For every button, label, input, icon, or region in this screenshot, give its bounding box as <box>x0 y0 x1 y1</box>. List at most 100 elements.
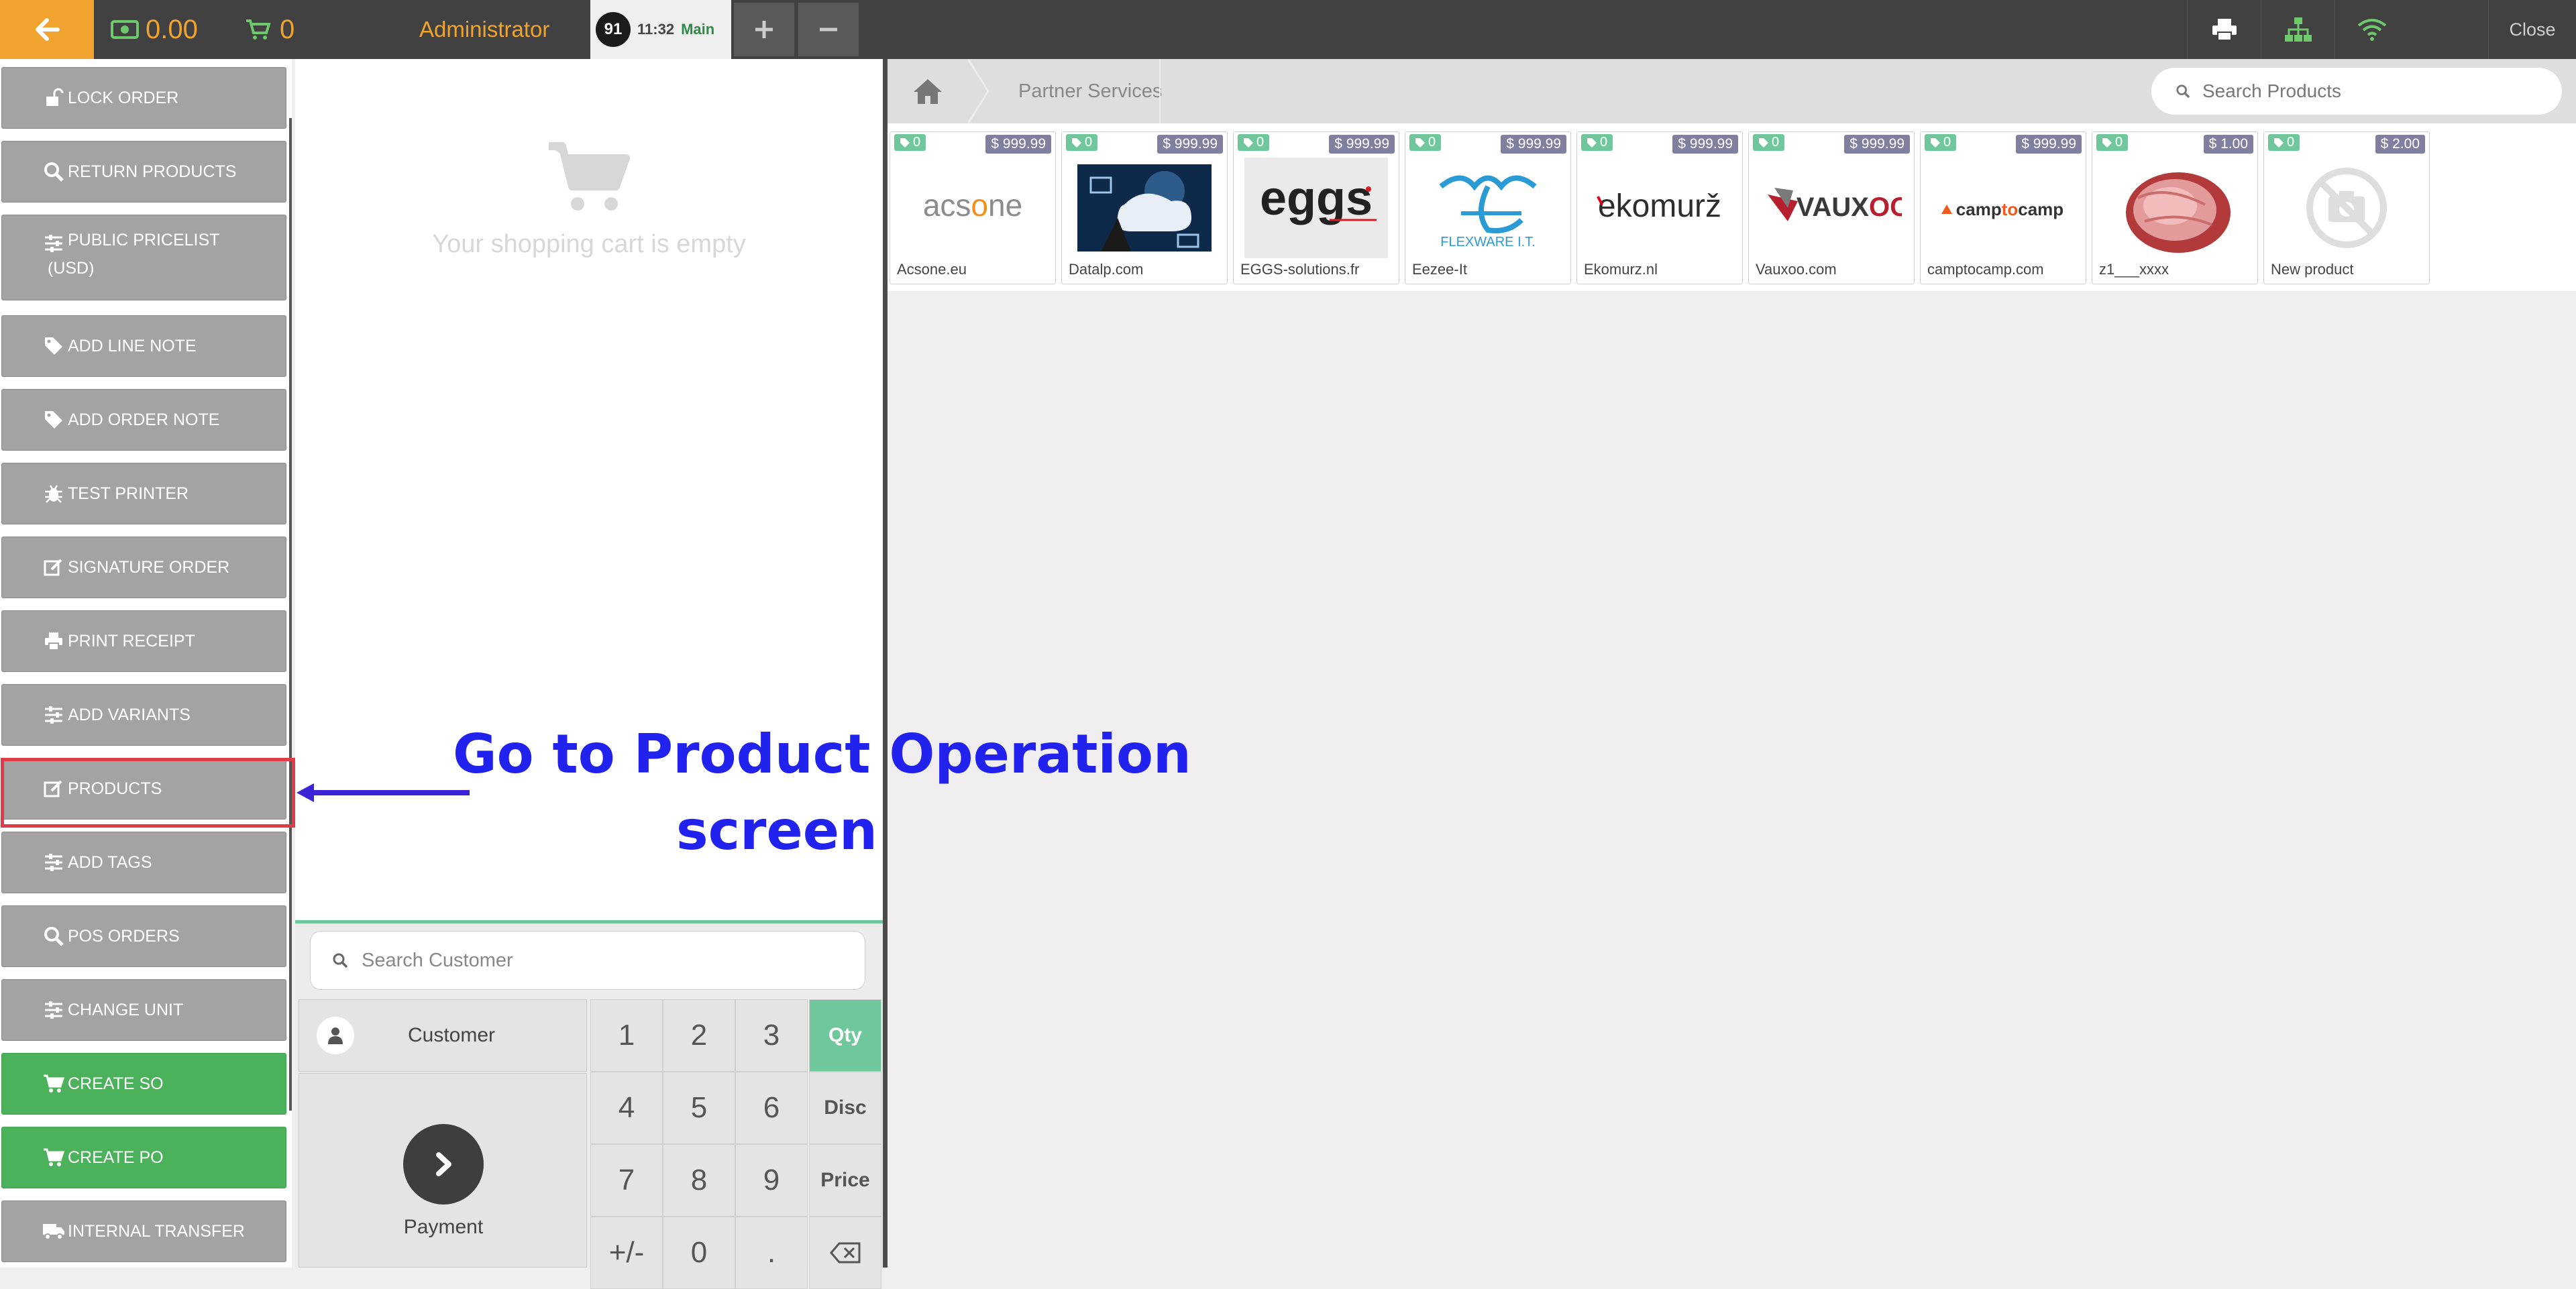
numpad-key-9[interactable]: 9 <box>735 1144 808 1217</box>
printer-icon <box>2212 19 2237 41</box>
product-tag-badge: 0 <box>894 134 926 151</box>
product-card-vauxoo[interactable]: 0 $ 999.99 VAUXOO Vauxoo.com <box>1748 131 1915 284</box>
product-name: Vauxoo.com <box>1756 261 1837 278</box>
print-button[interactable] <box>2187 0 2261 59</box>
money-icon <box>111 20 139 39</box>
customer-button[interactable]: Customer <box>299 999 587 1072</box>
cart-icon <box>246 19 271 40</box>
add-variants-label: ADD VARIANTS <box>68 706 191 724</box>
numpad-backspace-button[interactable] <box>809 1217 881 1289</box>
close-button[interactable]: Close <box>2488 0 2576 59</box>
signature-order-button[interactable]: SIGNATURE ORDER <box>1 537 286 598</box>
internal-transfer-button[interactable]: INTERNAL TRANSFER <box>1 1200 286 1262</box>
change-unit-button[interactable]: CHANGE UNIT <box>1 979 286 1041</box>
mode-price-button[interactable]: Price <box>809 1144 881 1217</box>
annotation-text-line2: screen <box>676 799 877 862</box>
search-icon <box>333 953 348 968</box>
numpad-key-8[interactable]: 8 <box>663 1144 735 1217</box>
back-button[interactable] <box>0 0 94 59</box>
mode-qty-button[interactable]: Qty <box>809 999 881 1072</box>
return-products-button[interactable]: RETURN PRODUCTS <box>1 141 286 203</box>
product-tag-badge: 0 <box>2096 134 2129 151</box>
create-so-button[interactable]: CREATE SO <box>1 1053 286 1115</box>
tag-icon <box>1931 137 1940 148</box>
product-card-acsone[interactable]: 0 $ 999.99 acsone Acsone.eu <box>890 131 1056 284</box>
public-pricelist-button[interactable]: PUBLIC PRICELIST (USD) <box>1 215 286 300</box>
product-card-eggs[interactable]: 0 $ 999.99 eggs EGGS-solutions.fr <box>1233 131 1399 284</box>
home-icon <box>914 79 942 104</box>
numpad-key-0[interactable]: 0 <box>663 1217 735 1289</box>
add-order-note-label: ADD ORDER NOTE <box>68 410 220 429</box>
tag-icon <box>900 137 910 148</box>
chevron-right-icon <box>403 1124 484 1204</box>
lock-order-button[interactable]: LOCK ORDER <box>1 67 286 129</box>
order-tab[interactable]: 91 11:32 Main <box>590 0 731 59</box>
product-card-datalp[interactable]: 0 $ 999.99 Datalp.com <box>1061 131 1228 284</box>
network-button[interactable] <box>2261 0 2335 59</box>
numpad-key-plus-minus[interactable]: +/- <box>590 1217 663 1289</box>
remove-order-button[interactable] <box>798 3 859 56</box>
product-card-ekomurz[interactable]: 0 $ 999.99 ekomurž Ekomurz.nl <box>1576 131 1743 284</box>
sliders-icon <box>42 232 65 255</box>
pos-orders-button[interactable]: POS ORDERS <box>1 905 286 967</box>
product-name: z1___xxxx <box>2099 261 2169 278</box>
search-icon <box>2176 85 2190 99</box>
cash-balance[interactable]: 0.00 <box>111 0 198 59</box>
eezee-logo: FLEXWARE I.T. <box>1416 158 1560 258</box>
sliders-icon <box>42 999 65 1021</box>
product-card-camptocamp[interactable]: 0 $ 999.99 camptocamp camptocamp.com <box>1920 131 2086 284</box>
numpad-key-4[interactable]: 4 <box>590 1072 663 1144</box>
test-printer-label: TEST PRINTER <box>68 484 189 503</box>
customer-button-label: Customer <box>408 1024 496 1046</box>
numpad-key-dot[interactable]: . <box>735 1217 808 1289</box>
tag-icon <box>1415 137 1425 148</box>
breadcrumb-category[interactable]: Partner Services <box>1005 59 1175 123</box>
svg-text:camptocamp: camptocamp <box>1956 199 2063 219</box>
tag-icon <box>42 335 65 357</box>
add-line-note-button[interactable]: ADD LINE NOTE <box>1 315 286 377</box>
sitemap-icon <box>2285 17 2312 42</box>
product-card-eezee[interactable]: 0 $ 999.99 FLEXWARE I.T. Eezee-It <box>1405 131 1571 284</box>
product-tag-badge: 0 <box>1581 134 1613 151</box>
numpad-key-3[interactable]: 3 <box>735 999 808 1072</box>
mode-disc-button[interactable]: Disc <box>809 1072 881 1144</box>
datalp-logo <box>1073 158 1216 258</box>
svg-text:VAUXOO: VAUXOO <box>1796 192 1902 222</box>
add-order-button[interactable] <box>734 3 794 56</box>
test-printer-button[interactable]: TEST PRINTER <box>1 463 286 524</box>
print-receipt-label: PRINT RECEIPT <box>68 632 195 651</box>
numpad-key-2[interactable]: 2 <box>663 999 735 1072</box>
change-unit-label: CHANGE UNIT <box>68 1001 184 1019</box>
ham-image <box>2103 158 2247 258</box>
numpad-key-1[interactable]: 1 <box>590 999 663 1072</box>
customer-search-placeholder: Search Customer <box>362 949 513 971</box>
action-panel-scrollbar[interactable] <box>289 118 292 1111</box>
product-tag-badge: 0 <box>1238 134 1270 151</box>
product-tag-count: 0 <box>1772 135 1780 150</box>
numpad-key-7[interactable]: 7 <box>590 1144 663 1217</box>
payment-button[interactable]: Payment <box>299 1073 587 1268</box>
product-card-z1-xxxx[interactable]: 0 $ 1.00 z1___xxxx <box>2092 131 2258 284</box>
product-tag-count: 0 <box>1428 135 1436 150</box>
add-order-note-button[interactable]: ADD ORDER NOTE <box>1 389 286 451</box>
product-card-new-product[interactable]: 0 $ 2.00 New product <box>2263 131 2430 284</box>
print-receipt-button[interactable]: PRINT RECEIPT <box>1 610 286 672</box>
user-name[interactable]: Administrator <box>419 0 549 59</box>
add-variants-button[interactable]: ADD VARIANTS <box>1 684 286 746</box>
cart-counter[interactable]: 0 <box>245 0 294 59</box>
add-tags-button[interactable]: ADD TAGS <box>1 832 286 893</box>
numpad-key-5[interactable]: 5 <box>663 1072 735 1144</box>
empty-cart-text: Your shopping cart is empty <box>432 230 746 258</box>
wifi-status[interactable] <box>2334 0 2409 59</box>
create-po-button[interactable]: CREATE PO <box>1 1127 286 1188</box>
product-search-input[interactable]: Search Products <box>2151 68 2562 115</box>
product-price: $ 1.00 <box>2203 135 2253 154</box>
tag-icon <box>1759 137 1768 148</box>
product-search-placeholder: Search Products <box>2202 80 2341 101</box>
home-crumb-button[interactable] <box>888 59 968 123</box>
order-number-badge: 91 <box>596 12 631 47</box>
customer-search-input[interactable]: Search Customer <box>310 931 865 990</box>
search-icon <box>42 925 65 948</box>
tag-icon <box>1244 137 1253 148</box>
numpad-key-6[interactable]: 6 <box>735 1072 808 1144</box>
